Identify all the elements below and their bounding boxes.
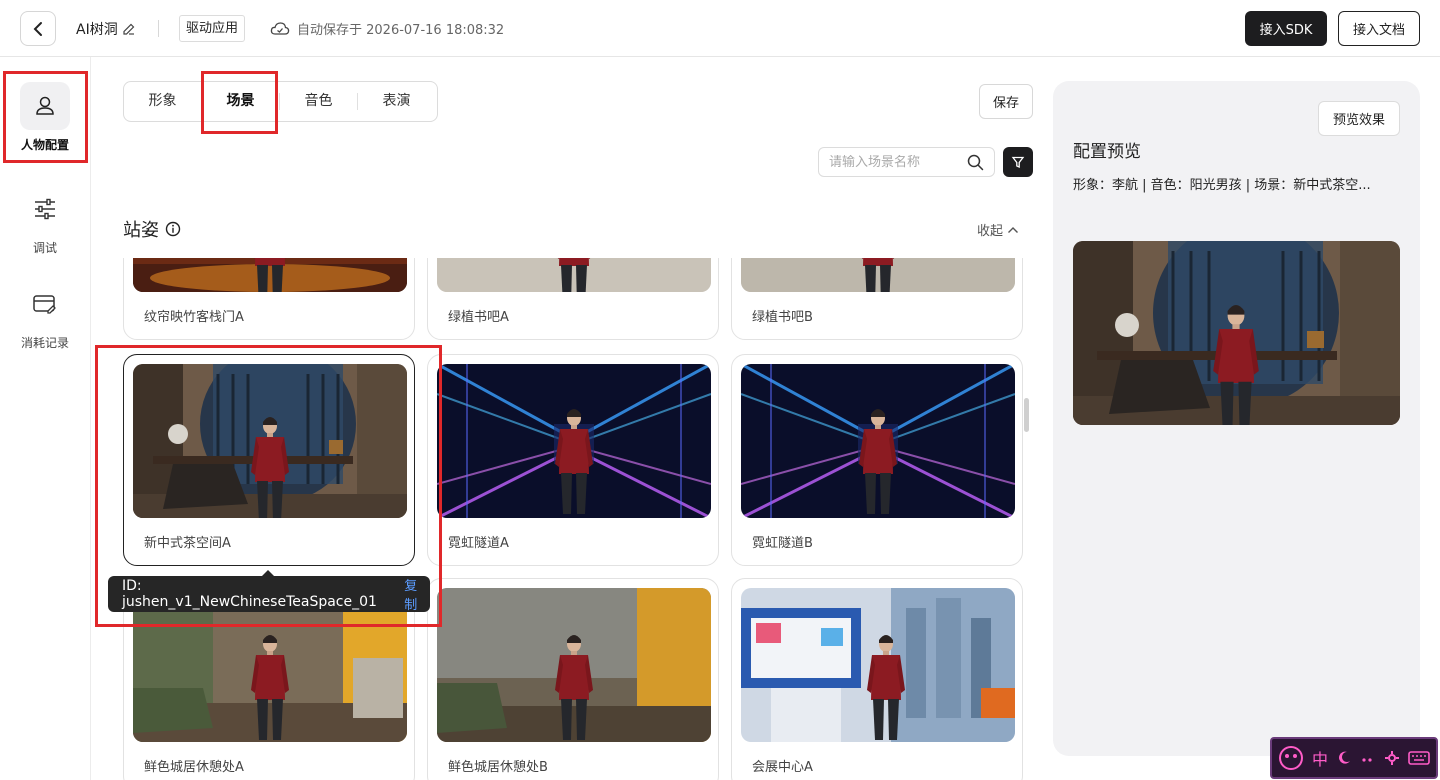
scene-name: 会展中心A xyxy=(752,760,813,775)
chevron-up-icon xyxy=(1008,226,1019,233)
ime-indicator[interactable]: 中 xyxy=(1270,737,1438,779)
scene-name: 纹帘映竹客栈门A xyxy=(144,310,244,325)
mode-tag: 驱动应用 xyxy=(179,15,246,42)
sidebar-item-label: 调试 xyxy=(32,241,57,255)
tab-appearance[interactable]: 形象 xyxy=(124,82,201,121)
scene-thumbnail xyxy=(741,364,1015,518)
scene-search xyxy=(818,147,995,177)
config-tabs: 形象 场景 音色 表演 xyxy=(123,81,438,122)
search-input[interactable] xyxy=(829,154,959,170)
scene-name: 霓虹隧道B xyxy=(752,536,813,551)
autosave-text: 自动保存于 2026-07-16 18:08:32 xyxy=(297,23,505,38)
sidebar: 人物配置 调试 消耗记录 xyxy=(0,57,91,780)
copy-link[interactable]: 复制 xyxy=(404,575,430,613)
app-name-label: AI树洞 xyxy=(76,22,118,38)
sliders-icon xyxy=(35,198,55,220)
doc-button[interactable]: 接入文档 xyxy=(1338,11,1420,46)
scene-name: 霓虹隧道A xyxy=(448,536,509,551)
cloud-icon xyxy=(270,21,290,35)
tab-performance[interactable]: 表演 xyxy=(358,82,435,121)
scene-name: 鲜色城居休憩处B xyxy=(448,760,548,775)
scene-thumbnail xyxy=(133,258,407,292)
header-divider xyxy=(158,20,159,37)
scrollbar-thumb[interactable] xyxy=(1024,398,1029,432)
section-title-text: 站姿 xyxy=(123,220,159,241)
filter-button[interactable] xyxy=(1003,147,1033,177)
chevron-left-icon xyxy=(33,21,42,36)
preview-image xyxy=(1073,241,1400,425)
back-button[interactable] xyxy=(20,11,56,46)
scene-id-text: ID: jushen_v1_NewChineseTeaSpace_01 xyxy=(122,578,377,610)
preview-effect-button[interactable]: 预览效果 xyxy=(1318,101,1400,136)
scene-grid: 纹帘映竹客栈门A 绿植书吧A 绿植书吧B 新中式茶空间A 霓虹隧道A 霓虹隧道B… xyxy=(106,258,1038,780)
scene-thumbnail xyxy=(133,364,407,518)
save-button[interactable]: 保存 xyxy=(979,84,1033,119)
section-title: 站姿 xyxy=(123,216,181,242)
ime-label: 中 xyxy=(1312,750,1329,769)
edit-icon[interactable] xyxy=(122,22,136,36)
person-icon xyxy=(36,96,54,115)
collapse-label: 收起 xyxy=(977,224,1004,239)
tab-scene[interactable]: 场景 xyxy=(202,82,279,121)
search-icon[interactable] xyxy=(967,154,984,171)
collapse-toggle[interactable]: 收起 xyxy=(977,220,1019,239)
scene-name: 绿植书吧A xyxy=(448,310,509,325)
scene-thumbnail xyxy=(437,588,711,742)
scene-thumbnail xyxy=(741,588,1015,742)
scene-thumbnail xyxy=(437,364,711,518)
sidebar-icon-box xyxy=(20,185,70,233)
top-header: AI树洞 驱动应用 自动保存于 2026-07-16 18:08:32 接入SD… xyxy=(0,0,1440,57)
moon-icon xyxy=(1339,751,1351,764)
sidebar-icon-box xyxy=(20,280,70,328)
card-icon xyxy=(33,295,56,314)
scene-thumbnail xyxy=(741,258,1015,292)
scene-card[interactable]: 霓虹隧道A xyxy=(427,354,719,566)
ime-logo-icon xyxy=(1279,746,1303,770)
scene-card[interactable]: 绿植书吧A xyxy=(427,258,719,340)
scene-card[interactable]: 会展中心A xyxy=(731,578,1023,780)
scene-card[interactable]: 纹帘映竹客栈门A xyxy=(123,258,415,340)
scene-card[interactable]: 鲜色城居休憩处B xyxy=(427,578,719,780)
scene-card-selected[interactable]: 新中式茶空间A xyxy=(123,354,415,566)
autosave-status: 自动保存于 2026-07-16 18:08:32 xyxy=(270,19,504,38)
scene-name: 绿植书吧B xyxy=(752,310,813,325)
scene-card[interactable]: 霓虹隧道B xyxy=(731,354,1023,566)
sidebar-item-label: 人物配置 xyxy=(20,138,69,152)
punctuation-icon xyxy=(1362,758,1372,762)
sidebar-item-debug[interactable]: 调试 xyxy=(0,185,90,256)
scene-name: 新中式茶空间A xyxy=(144,536,231,551)
scene-card[interactable]: 绿植书吧B xyxy=(731,258,1023,340)
filter-icon xyxy=(1011,156,1025,168)
tab-voice[interactable]: 音色 xyxy=(280,82,357,121)
keyboard-icon xyxy=(1408,751,1430,765)
scene-id-tooltip: ID: jushen_v1_NewChineseTeaSpace_01 复制 xyxy=(108,570,430,613)
settings-icon xyxy=(1385,751,1400,765)
sidebar-item-usage[interactable]: 消耗记录 xyxy=(0,280,90,351)
sidebar-item-label: 消耗记录 xyxy=(20,336,69,350)
info-icon[interactable] xyxy=(165,221,181,237)
sdk-button[interactable]: 接入SDK xyxy=(1245,11,1327,46)
scene-name: 鲜色城居休憩处A xyxy=(144,760,244,775)
scene-thumbnail xyxy=(437,258,711,292)
preview-info: 形象：李航 | 音色：阳光男孩 | 场景：新中式茶空... xyxy=(1073,178,1371,193)
preview-title: 配置预览 xyxy=(1073,142,1141,162)
app-name[interactable]: AI树洞 xyxy=(76,19,136,39)
sidebar-icon-box xyxy=(20,82,70,130)
sidebar-item-character[interactable]: 人物配置 xyxy=(0,82,90,153)
